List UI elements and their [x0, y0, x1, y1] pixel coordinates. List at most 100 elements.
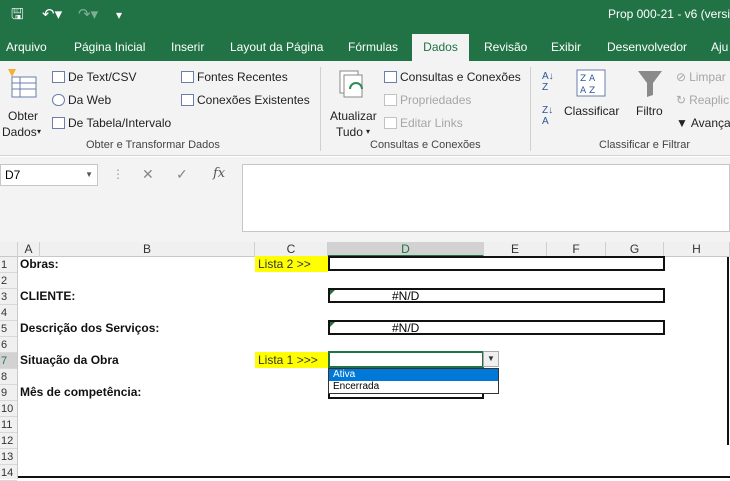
cliente-value-text: #N/D — [392, 289, 420, 303]
name-box[interactable]: D7 ▼ — [0, 164, 98, 186]
globe-icon — [52, 94, 65, 106]
tab-inserir[interactable]: Inserir — [165, 34, 210, 61]
sheet-border-right — [727, 257, 729, 445]
row-header[interactable]: 4 — [0, 305, 17, 321]
save-icon[interactable]: 🖫 — [11, 6, 24, 24]
tab-formulas[interactable]: Fórmulas — [342, 34, 404, 61]
row-header[interactable]: 3 — [0, 289, 17, 305]
existing-connections-button[interactable]: Conexões Existentes — [181, 93, 310, 107]
svg-text:Z A: Z A — [580, 74, 596, 84]
tab-ajuda[interactable]: Aju — [705, 34, 730, 61]
dropdown-option-encerrada[interactable]: Encerrada — [329, 381, 498, 393]
undo-icon[interactable]: ↶▾ — [42, 6, 62, 24]
row-header[interactable]: 1 — [0, 257, 17, 273]
text-file-icon — [52, 71, 65, 83]
chevron-down-icon: ▾ — [37, 127, 42, 136]
svg-text:A Z: A Z — [580, 86, 595, 96]
connections-icon — [181, 94, 194, 106]
advanced-filter-button[interactable]: ▼ Avança — [676, 116, 730, 130]
window-title: Prop 000-21 - v6 (versi — [607, 7, 730, 21]
dropdown-option-ativa[interactable]: Ativa — [329, 369, 498, 381]
from-table-button[interactable]: De Tabela/Intervalo — [52, 116, 171, 130]
refresh-all-button[interactable]: Atualizar Tudo ▾ — [328, 67, 378, 139]
row-header[interactable]: 7 — [0, 353, 17, 369]
tab-revisao[interactable]: Revisão — [478, 34, 533, 61]
from-web-button[interactable]: Da Web — [52, 93, 111, 107]
cell-lista1[interactable]: Lista 1 >>> — [255, 352, 328, 368]
column-header-d[interactable]: D — [328, 242, 484, 257]
cell-situacao-label[interactable]: Situação da Obra — [20, 353, 119, 367]
formula-bar: D7 ▼ ⋮ ✕ ✓ fx — [0, 157, 730, 243]
sheet-border-bottom — [18, 476, 730, 478]
cell-cliente-value[interactable]: #N/D — [328, 288, 665, 303]
queries-connections-button[interactable]: Consultas e Conexões — [384, 70, 521, 84]
column-header-a[interactable]: A — [18, 242, 40, 257]
select-all-corner[interactable] — [0, 242, 18, 257]
row-header[interactable]: 8 — [0, 369, 17, 385]
sort-za-icon[interactable]: Z↓ A — [542, 105, 553, 127]
cell-obras-value[interactable] — [328, 256, 665, 271]
sort-az-icon[interactable]: A↓ Z — [542, 71, 554, 93]
clear-filter-button[interactable]: ⊘ Limpar — [676, 70, 726, 84]
title-bar: 🖫 ↶▾ ↷▾ ▾ Prop 000-21 - v6 (versi — [0, 0, 730, 34]
from-text-csv-button[interactable]: De Text/CSV — [52, 70, 136, 84]
tab-exibir[interactable]: Exibir — [545, 34, 587, 61]
column-headers: A B C D E F G H — [0, 242, 730, 257]
edit-links-button[interactable]: Editar Links — [384, 116, 463, 130]
group-label-sort-filter: Classificar e Filtrar — [599, 139, 691, 151]
chevron-down-icon: ▾ — [366, 127, 371, 136]
dropdown-arrow-icon[interactable]: ▼ — [483, 351, 499, 367]
row-headers: 1 2 3 4 5 6 7 8 9 10 11 12 13 14 — [0, 257, 18, 481]
row-header[interactable]: 12 — [0, 433, 17, 449]
properties-button[interactable]: Propriedades — [384, 93, 471, 107]
tab-pagina-inicial[interactable]: Página Inicial — [68, 34, 151, 61]
queries-icon — [384, 71, 397, 83]
properties-icon — [384, 94, 397, 106]
cell-obras-label[interactable]: Obras: — [20, 257, 59, 271]
get-data-label-2: Dados — [2, 125, 37, 139]
error-indicator — [330, 322, 335, 327]
row-header[interactable]: 13 — [0, 449, 17, 465]
cell-descricao-value[interactable]: #N/D — [328, 320, 665, 335]
name-box-value: D7 — [5, 168, 21, 182]
sort-button[interactable]: Z A A Z Classificar — [564, 67, 620, 127]
row-header[interactable]: 11 — [0, 417, 17, 433]
tab-arquivo[interactable]: Arquivo — [0, 34, 53, 61]
column-header-c[interactable]: C — [255, 242, 328, 257]
column-header-h[interactable]: H — [664, 242, 730, 257]
cell-situacao-value-selected[interactable] — [328, 351, 484, 368]
row-header[interactable]: 9 — [0, 385, 17, 401]
refresh-all-label-1: Atualizar — [330, 109, 377, 123]
redo-icon[interactable]: ↷▾ — [78, 6, 98, 24]
row-header[interactable]: 10 — [0, 401, 17, 417]
cell-mes-label[interactable]: Mês de competência: — [20, 385, 141, 399]
customize-qat-icon[interactable]: ▾ — [116, 6, 122, 24]
row-header[interactable]: 5 — [0, 321, 17, 337]
cancel-icon[interactable]: ✕ — [142, 166, 154, 183]
chevron-down-icon[interactable]: ▼ — [85, 165, 93, 185]
formula-input[interactable] — [242, 164, 730, 232]
refresh-icon — [339, 70, 363, 98]
tab-dados[interactable]: Dados — [412, 34, 469, 61]
recent-sources-button[interactable]: Fontes Recentes — [181, 70, 288, 84]
group-separator — [320, 67, 321, 151]
row-header[interactable]: 2 — [0, 273, 17, 289]
sort-label: Classificar — [564, 104, 620, 118]
column-header-g[interactable]: G — [606, 242, 664, 257]
enter-icon[interactable]: ✓ — [176, 166, 188, 183]
column-header-e[interactable]: E — [484, 242, 547, 257]
row-header[interactable]: 6 — [0, 337, 17, 353]
tab-layout[interactable]: Layout da Página — [224, 34, 329, 61]
column-header-f[interactable]: F — [547, 242, 606, 257]
cell-descricao-label[interactable]: Descrição dos Serviços: — [20, 321, 159, 335]
cell-lista2[interactable]: Lista 2 >> — [255, 256, 328, 272]
more-icon: ⋮ — [112, 167, 124, 181]
reapply-button[interactable]: ↻ Reaplic — [676, 93, 729, 107]
filter-button[interactable]: Filtro — [632, 67, 668, 127]
column-header-b[interactable]: B — [40, 242, 255, 257]
descricao-value-text: #N/D — [392, 321, 420, 335]
cell-cliente-label[interactable]: CLIENTE: — [20, 289, 75, 303]
get-data-button[interactable]: Obter Dados ▾ — [2, 67, 44, 139]
tab-desenvolvedor[interactable]: Desenvolvedor — [601, 34, 693, 61]
insert-function-icon[interactable]: fx — [213, 166, 225, 181]
